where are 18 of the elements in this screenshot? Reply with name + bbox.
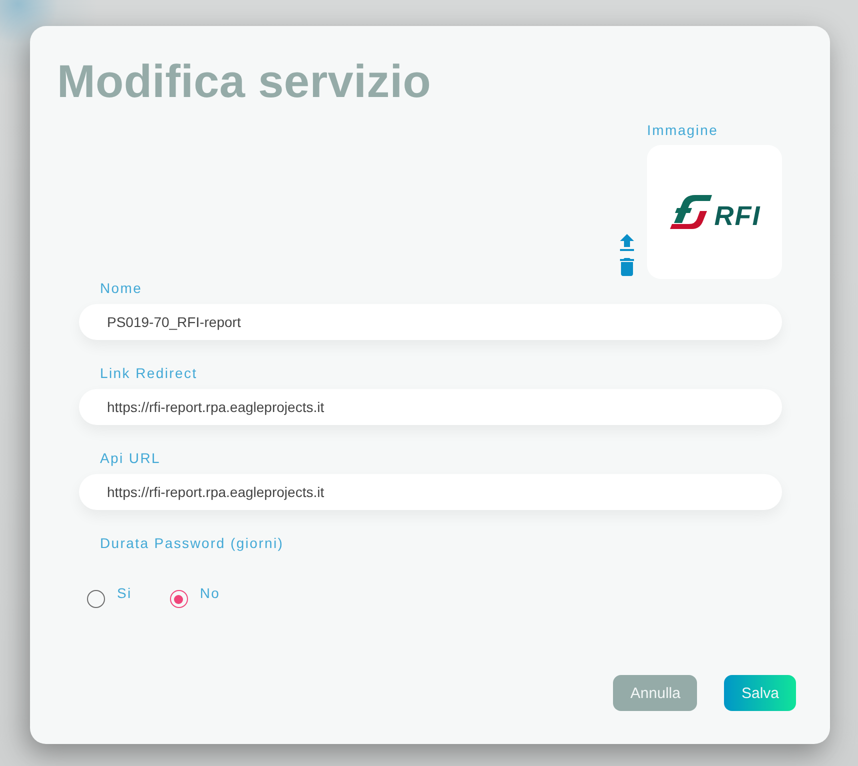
dialog-title: Modifica servizio — [57, 56, 432, 106]
delete-icon[interactable] — [620, 258, 634, 276]
radio-label: Si — [117, 585, 132, 601]
radio-label: No — [200, 585, 220, 601]
image-preview[interactable]: RFI — [647, 145, 782, 279]
radio-button[interactable] — [170, 590, 188, 608]
upload-icon[interactable] — [619, 234, 635, 251]
field-label: Api URL — [100, 450, 161, 466]
logo-text: RFI — [714, 203, 761, 230]
text-field[interactable]: https://rfi-report.rpa.eagleprojects.it — [79, 389, 782, 425]
field-label: Link Redirect — [100, 365, 198, 381]
text-field[interactable]: PS019-70_RFI-report — [79, 304, 782, 340]
text-field[interactable]: https://rfi-report.rpa.eagleprojects.it — [79, 474, 782, 510]
radio-button[interactable] — [87, 590, 105, 608]
field-label: Nome — [100, 280, 142, 296]
image-label: Immagine — [647, 122, 718, 138]
logo-mark-icon — [668, 193, 712, 231]
field-label: Durata Password (giorni) — [100, 535, 284, 551]
